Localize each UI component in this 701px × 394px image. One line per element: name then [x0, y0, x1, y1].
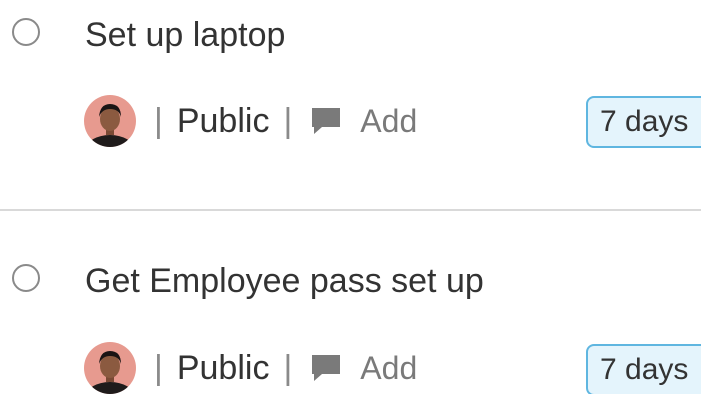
- add-comment-button[interactable]: Add: [310, 103, 417, 140]
- task-list: Set up laptop | Public | Add 7 days Get …: [0, 0, 701, 394]
- task-divider: [0, 209, 701, 211]
- meta-separator: |: [283, 348, 293, 387]
- visibility-label[interactable]: Public: [177, 349, 270, 388]
- task-meta: | Public | Add: [84, 340, 417, 394]
- meta-separator: |: [154, 348, 163, 387]
- meta-separator: |: [154, 101, 163, 140]
- task-checkbox[interactable]: [12, 264, 40, 292]
- avatar-icon: [84, 95, 136, 147]
- task-item: Set up laptop | Public | Add 7 days: [0, 0, 701, 210]
- due-date-badge[interactable]: 7 days: [586, 344, 701, 394]
- task-title[interactable]: Get Employee pass set up: [85, 262, 484, 301]
- task-title[interactable]: Set up laptop: [85, 16, 285, 55]
- assignee-avatar[interactable]: [84, 342, 136, 394]
- comment-bubble-icon: [312, 355, 341, 381]
- visibility-label[interactable]: Public: [177, 102, 270, 141]
- add-comment-label: Add: [360, 102, 418, 139]
- avatar-icon: [84, 342, 136, 394]
- task-checkbox[interactable]: [12, 18, 40, 46]
- task-meta: | Public | Add: [84, 93, 417, 149]
- due-date-badge[interactable]: 7 days: [586, 96, 701, 148]
- assignee-avatar[interactable]: [84, 95, 136, 147]
- comment-bubble-icon: [312, 108, 341, 134]
- meta-separator: |: [283, 101, 293, 140]
- add-comment-label: Add: [360, 349, 418, 386]
- task-item: Get Employee pass set up | Public | Add: [0, 212, 701, 394]
- add-comment-button[interactable]: Add: [310, 350, 417, 387]
